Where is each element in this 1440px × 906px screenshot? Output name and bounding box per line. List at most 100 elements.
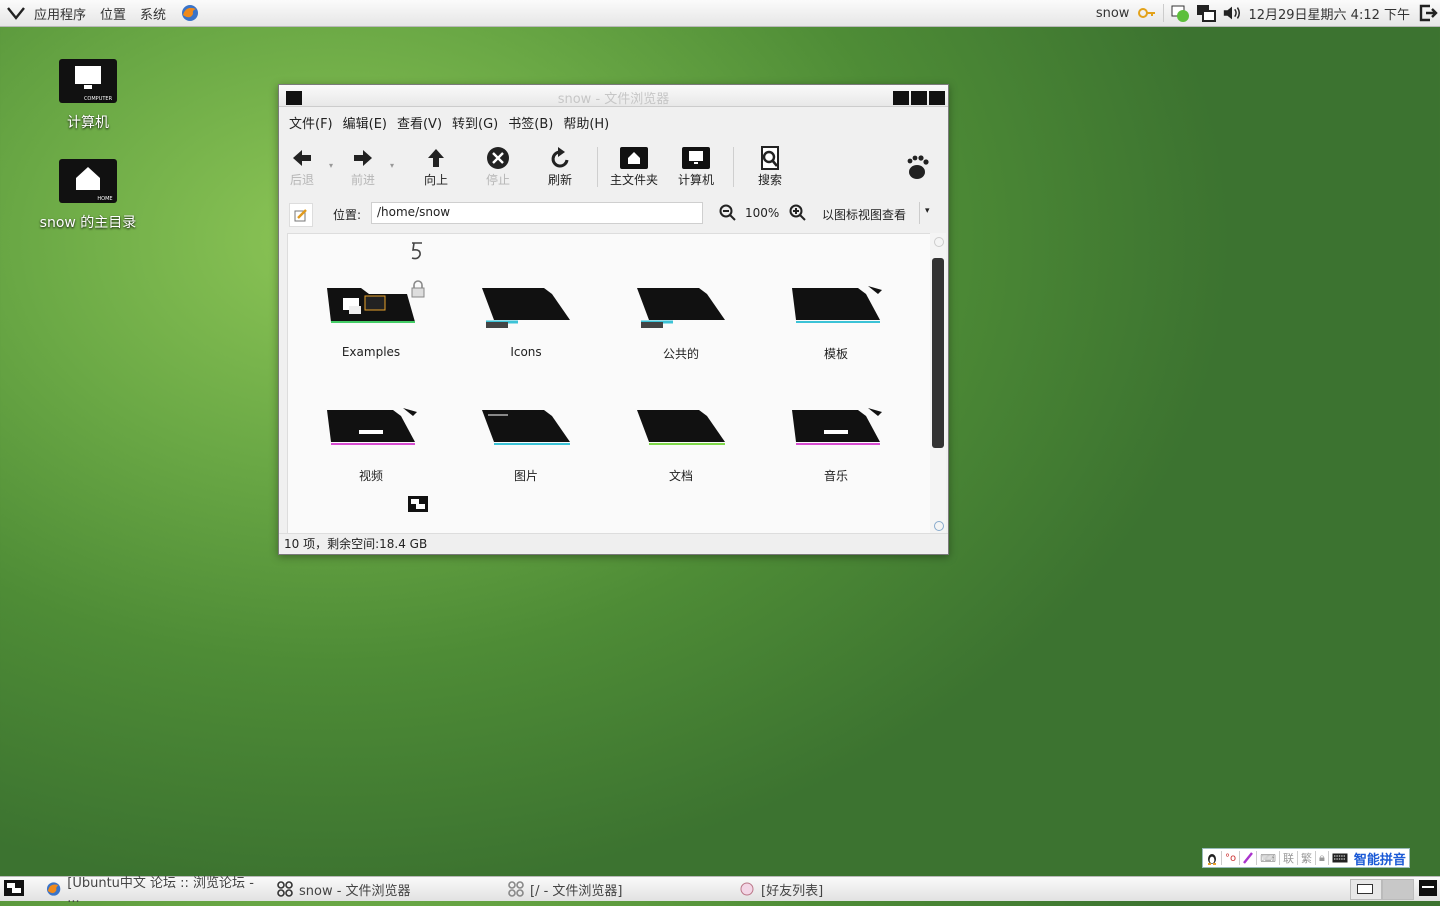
chevron-down-icon[interactable]: ▾	[925, 206, 930, 216]
forward-arrow-icon	[354, 150, 372, 166]
window-titlebar[interactable]: snow - 文件浏览器	[279, 85, 948, 107]
window-title: snow - 文件浏览器	[557, 92, 670, 107]
stop-icon	[487, 147, 509, 169]
clock[interactable]: 12月29日星期六 4:12 下午	[1248, 4, 1410, 23]
folder-item[interactable]: 图片	[461, 406, 591, 484]
home-button[interactable]: 主文件夹	[606, 145, 662, 188]
desktop-home-icon[interactable]: HOME snow 的主目录	[28, 158, 148, 232]
menu-file[interactable]: 文件(F)	[289, 113, 333, 132]
task-button[interactable]: [/ - 文件浏览器]	[508, 880, 723, 899]
im-client-icon	[740, 882, 754, 896]
firefox-icon	[46, 882, 61, 896]
menu-system[interactable]: 系统	[140, 4, 166, 23]
desktop-computer-label: 计算机	[67, 115, 109, 131]
task-button[interactable]: [好友列表]	[739, 880, 954, 899]
keyboard-icon[interactable]	[1332, 853, 1348, 863]
menu-go[interactable]: 转到(G)	[452, 113, 498, 132]
pictures-folder-icon	[482, 410, 570, 445]
pen-icon[interactable]	[1243, 852, 1254, 864]
folder-item[interactable]: Examples	[306, 284, 436, 359]
desktop-home-label: snow 的主目录	[39, 215, 137, 231]
lock-icon[interactable]: 🔒︎	[1319, 851, 1325, 865]
location-label: 位置:	[333, 208, 362, 222]
toggle-location-button[interactable]	[289, 203, 313, 227]
volume-icon[interactable]	[1222, 3, 1242, 23]
up-button[interactable]: 向上	[408, 145, 464, 188]
view-mode-separator	[919, 202, 920, 224]
ime-item-fan[interactable]: 繁	[1301, 850, 1312, 866]
trash-icon[interactable]	[1419, 880, 1437, 899]
firefox-launcher-icon[interactable]	[180, 3, 200, 23]
menu-edit[interactable]: 编辑(E)	[343, 113, 387, 132]
workspace-1[interactable]	[1350, 879, 1382, 900]
file-browser-icon	[277, 881, 293, 897]
menu-view[interactable]: 查看(V)	[397, 113, 442, 132]
folder-item[interactable]: 音乐	[771, 406, 901, 484]
menu-bookmarks[interactable]: 书签(B)	[508, 113, 553, 132]
zoom-in-icon[interactable]	[789, 204, 807, 225]
maximize-button[interactable]	[911, 91, 927, 105]
workspace-2[interactable]	[1382, 879, 1414, 900]
folder-item[interactable]: 视频	[306, 406, 436, 484]
examples-folder-icon	[327, 288, 415, 323]
edit-pencil-icon	[294, 209, 307, 222]
icon-view[interactable]: Examples Icons 公共的 模板 视频 图片 文档 音乐	[287, 233, 931, 535]
file-browser-icon	[508, 881, 524, 897]
status-bar: 10 项，剩余空间:18.4 GB	[279, 533, 948, 553]
desktop-computer-icon[interactable]: COMPUTER 计算机	[28, 58, 148, 132]
back-button[interactable]: 后退	[274, 145, 330, 188]
penguin-icon[interactable]	[1206, 851, 1218, 865]
stop-button[interactable]: 停止	[470, 145, 526, 188]
ime-brand[interactable]: 智能拼音	[1354, 849, 1406, 868]
back-dropdown-icon[interactable]: ▾	[329, 161, 333, 170]
up-arrow-icon	[428, 149, 444, 167]
minimize-button[interactable]	[893, 91, 909, 105]
menu-help[interactable]: 帮助(H)	[563, 113, 609, 132]
folder-item[interactable]: 模板	[771, 284, 901, 362]
toolbar: 后退 ▾ 前进 ▾ 向上 停止 刷新 主文件夹 计算机 搜索	[279, 141, 948, 193]
picture-emblem-icon	[408, 496, 428, 512]
home-icon	[620, 147, 648, 169]
folder-item[interactable]: 文档	[616, 406, 746, 484]
folder-icon	[637, 288, 725, 328]
show-desktop-icon[interactable]	[4, 880, 24, 899]
reload-icon	[551, 147, 569, 168]
punctuation-icon[interactable]: °o	[1225, 853, 1236, 864]
scroll-up-button[interactable]	[934, 237, 944, 247]
zoom-level[interactable]: 100%	[745, 206, 779, 220]
videos-folder-icon	[327, 408, 417, 445]
close-button[interactable]	[929, 91, 945, 105]
music-folder-icon	[792, 408, 882, 445]
zoom-out-icon[interactable]	[719, 204, 737, 225]
computer-icon: COMPUTER	[58, 58, 118, 106]
vertical-scrollbar[interactable]	[930, 233, 946, 533]
scrollbar-thumb[interactable]	[932, 258, 944, 448]
ubuntu-menu-icon[interactable]	[6, 5, 26, 21]
search-button[interactable]: 搜索	[742, 145, 798, 188]
forward-dropdown-icon[interactable]: ▾	[390, 161, 394, 170]
location-input[interactable]: /home/snow	[371, 202, 703, 224]
task-button[interactable]: snow - 文件浏览器	[277, 880, 492, 899]
toolbar-separator	[597, 147, 598, 187]
file-browser-window: snow - 文件浏览器 文件(F) 编辑(E) 查看(V) 转到(G) 书签(…	[278, 84, 949, 555]
logout-icon[interactable]	[1418, 3, 1438, 23]
forward-button[interactable]: 前进	[335, 145, 391, 188]
reload-button[interactable]: 刷新	[532, 145, 588, 188]
computer-icon	[682, 147, 710, 169]
ime-item-lian[interactable]: 联	[1283, 850, 1294, 866]
update-notifier-icon[interactable]	[1170, 3, 1190, 23]
keys-icon[interactable]	[1137, 3, 1157, 23]
network-icon[interactable]	[1196, 3, 1217, 23]
computer-button[interactable]: 计算机	[668, 145, 724, 188]
top-panel: 应用程序 位置 系统 snow 12月29日星期六 4:12 下午	[0, 0, 1440, 27]
menu-applications[interactable]: 应用程序	[34, 4, 86, 23]
soft-keyboard-icon[interactable]: ⌨	[1260, 852, 1276, 865]
user-name[interactable]: snow	[1096, 6, 1130, 21]
menu-places[interactable]: 位置	[100, 4, 126, 23]
folder-item[interactable]: 公共的	[616, 284, 746, 362]
task-button[interactable]: [Ubuntu中文 论坛 :: 浏览论坛 - ...	[46, 876, 261, 906]
folder-item[interactable]: Icons	[461, 284, 591, 359]
toolbar-separator	[733, 147, 734, 187]
scroll-down-button[interactable]	[934, 521, 944, 531]
view-mode-select[interactable]: 以图标视图查看	[822, 206, 906, 223]
